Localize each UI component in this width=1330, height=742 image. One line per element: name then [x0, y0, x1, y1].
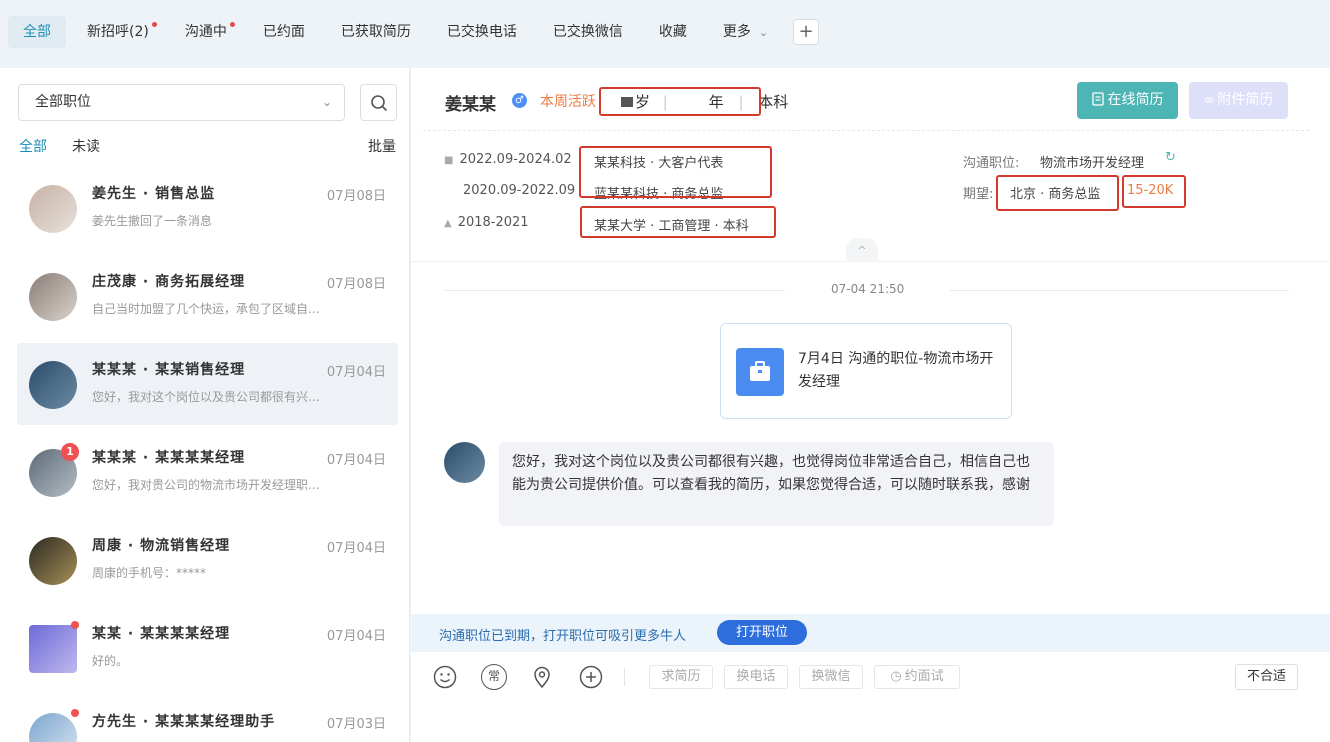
tab-favorites[interactable]: 收藏 — [644, 16, 702, 48]
highlight-box — [1122, 175, 1186, 208]
conversation-item[interactable]: 方先生 · 某某某某经理助手 07月03日 — [17, 695, 398, 742]
highlight-box — [579, 146, 772, 198]
tab-communicating[interactable]: 沟通中 — [170, 16, 242, 48]
conversation-item[interactable]: 庄茂康 · 商务拓展经理 07月08日 自己当时加盟了几个快运，承包了区域自..… — [17, 255, 398, 337]
avatar — [29, 361, 77, 409]
unread-dot — [71, 621, 79, 629]
unread-dot — [151, 22, 157, 27]
position-select[interactable]: 全部职位 ⌄ — [18, 84, 345, 121]
filter-all[interactable]: 全部 — [19, 136, 47, 156]
unread-dot — [229, 22, 235, 27]
unread-count-badge: 1 — [61, 443, 79, 461]
avatar — [29, 537, 77, 585]
top-tab-bar: 全部 新招呼(2) 沟通中 已约面 已获取简历 已交换电话 已交换微信 收藏 更… — [0, 0, 1330, 64]
attachment-resume-button[interactable]: ∞ 附件简历 — [1189, 82, 1288, 119]
job-card[interactable]: 7月4日 沟通的职位-物流市场开发经理 — [720, 323, 1012, 419]
avatar — [29, 713, 77, 742]
highlight-box — [996, 175, 1119, 211]
location-icon[interactable] — [529, 664, 555, 690]
online-resume-button[interactable]: 在线简历 — [1077, 82, 1178, 119]
male-icon: ♂ — [512, 93, 527, 108]
common-phrases-button[interactable]: 常 — [481, 664, 507, 690]
work-experience-2-period: 2020.09-2022.09 — [463, 183, 576, 198]
tab-interview-scheduled[interactable]: 已约面 — [248, 16, 320, 48]
graduation-cap-icon: ▲ — [444, 218, 452, 229]
expect-label: 期望: — [963, 187, 994, 202]
timestamp-divider: 07-04 21:50 — [445, 282, 1289, 296]
collapse-arrow-icon[interactable]: ^ — [846, 238, 878, 262]
paperclip-icon: ∞ — [1203, 92, 1216, 108]
conversation-item[interactable]: 某某 · 某某某某经理 07月04日 好的。 — [17, 607, 398, 689]
tab-wechat-exchanged[interactable]: 已交换微信 — [538, 16, 638, 48]
document-icon — [1091, 92, 1104, 106]
open-position-button[interactable]: 打开职位 — [717, 620, 807, 645]
exchange-phone-button[interactable]: 换电话 — [724, 665, 788, 689]
highlight-box — [580, 206, 776, 238]
work-experience-1-period: ■ 2022.09-2024.02 — [444, 152, 572, 167]
filter-unread[interactable]: 未读 — [72, 136, 100, 156]
tab-new-greetings[interactable]: 新招呼(2) — [72, 16, 164, 48]
batch-button[interactable]: 批量 — [368, 136, 396, 156]
active-status: 本周活跃 — [540, 94, 596, 110]
add-tab-button[interactable]: + — [793, 19, 820, 45]
tab-phone-exchanged[interactable]: 已交换电话 — [432, 16, 532, 48]
emoji-icon[interactable] — [432, 664, 458, 690]
exchange-wechat-button[interactable]: 换微信 — [799, 665, 863, 689]
message-area: 07-04 21:50 7月4日 沟通的职位-物流市场开发经理 您好，我对这个岗… — [411, 262, 1330, 614]
expired-job-notice: 沟通职位已到期，打开职位可吸引更多牛人 打开职位 — [411, 614, 1330, 652]
clock-icon: ◷ — [890, 669, 902, 684]
request-resume-button[interactable]: 求简历 — [649, 665, 713, 689]
conversation-item[interactable]: 姜先生 · 销售总监 07月08日 姜先生撤回了一条消息 — [17, 167, 398, 249]
briefcase-icon — [736, 348, 784, 396]
schedule-interview-button[interactable]: ◷ 约面试 — [874, 665, 960, 689]
conversation-sidebar: 全部职位 ⌄ 全部 未读 批量 姜先生 · 销售总监 07月08日 姜先生撤回了… — [0, 68, 410, 742]
avatar — [29, 625, 77, 673]
education-period: ▲ 2018-2021 — [444, 215, 529, 230]
unread-dot — [71, 709, 79, 717]
switch-icon[interactable]: ↻ — [1165, 150, 1176, 165]
tab-more[interactable]: 更多 ⌄ — [708, 16, 783, 48]
avatar — [29, 273, 77, 321]
avatar — [29, 185, 77, 233]
highlight-box — [599, 87, 761, 116]
divider — [624, 668, 625, 686]
divider — [423, 130, 1309, 131]
conversation-item[interactable]: 周康 · 物流销售经理 07月04日 周康的手机号：***** — [17, 519, 398, 601]
chevron-down-icon: ⌄ — [758, 26, 769, 39]
not-suitable-button[interactable]: 不合适 — [1235, 664, 1298, 690]
tab-resume-obtained[interactable]: 已获取简历 — [326, 16, 426, 48]
conversation-item-selected[interactable]: 某某某 · 某某销售经理 07月04日 您好，我对这个岗位以及贵公司都很有兴..… — [17, 343, 398, 425]
chat-toolbar: 常 求简历 换电话 换微信 ◷ 约面试 不合适 — [411, 652, 1330, 742]
add-circle-icon[interactable] — [578, 664, 604, 690]
chevron-down-icon: ⌄ — [321, 95, 332, 109]
chat-panel: 姜某某 ♂ 本周活跃 岁 | 年 | 本科 在线简历 ∞ 附件简历 ■ 2022.0… — [411, 68, 1330, 742]
job-value: 物流市场开发经理 — [1040, 156, 1145, 171]
candidate-profile: 姜某某 ♂ 本周活跃 岁 | 年 | 本科 在线简历 ∞ 附件简历 ■ 2022.0… — [411, 68, 1330, 262]
search-button[interactable] — [360, 84, 397, 121]
conversation-item[interactable]: 1 某某某 · 某某某某经理 07月04日 您好，我对贵公司的物流市场开发经理职… — [17, 431, 398, 513]
job-label: 沟通职位: — [963, 156, 1020, 171]
message-bubble: 您好，我对这个岗位以及贵公司都很有兴趣，也觉得岗位非常适合自己，相信自己也能为贵… — [499, 442, 1054, 526]
briefcase-icon: ■ — [444, 155, 454, 166]
candidate-name: 姜某某 — [445, 95, 496, 115]
avatar — [444, 442, 485, 483]
search-icon — [371, 95, 387, 111]
tab-all[interactable]: 全部 — [8, 16, 66, 48]
